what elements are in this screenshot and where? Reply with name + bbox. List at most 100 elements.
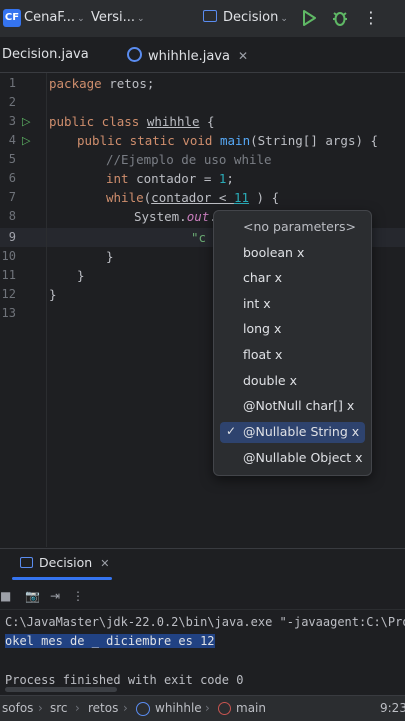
popup-option[interactable]: @Nullable Object x: [243, 450, 363, 465]
bug-icon: [333, 12, 347, 26]
code-line: }: [106, 249, 114, 264]
vcs-label: Versi...: [91, 10, 136, 25]
line-number: 1: [8, 76, 16, 90]
run-config-label: Decision: [223, 10, 279, 25]
code-line: //Ejemplo de uso while: [106, 152, 272, 167]
popup-option[interactable]: char x: [243, 270, 282, 285]
java-class-icon: [127, 47, 142, 62]
editor-tabs: Decision.java whihhle.java ✕: [0, 38, 405, 109]
run-tab-decision[interactable]: Decision ✕: [20, 555, 109, 570]
console-line: okel mes de _ diciembre es 12: [5, 634, 215, 648]
console-line: Process finished with exit code 0: [5, 673, 244, 687]
line-number: 5: [8, 152, 16, 166]
popup-option[interactable]: <no parameters>: [243, 219, 356, 234]
line-number: 3: [8, 114, 16, 128]
breadcrumb-item[interactable]: retos: [88, 701, 118, 715]
code-line: public static void main(String[] args) {: [77, 133, 378, 148]
login-icon[interactable]: ⇥: [50, 589, 60, 603]
code-line: }: [77, 268, 85, 283]
camera-icon[interactable]: 📷: [25, 589, 40, 603]
chevron-down-icon: ⌄: [280, 14, 288, 24]
close-tab-icon[interactable]: ✕: [238, 49, 248, 63]
code-token: System.: [134, 209, 187, 224]
code-token: ;: [226, 171, 234, 186]
popup-option[interactable]: boolean x: [243, 245, 304, 260]
chevron-down-icon: ⌄: [137, 14, 145, 24]
play-icon: [303, 10, 316, 26]
code-token: retos;: [101, 76, 155, 91]
popup-option[interactable]: @NotNull char[] x: [243, 398, 354, 413]
run-gutter-icon[interactable]: ▷: [22, 115, 30, 128]
method-icon: [218, 702, 231, 715]
popup-option[interactable]: float x: [243, 347, 282, 362]
code-token: 11: [233, 190, 250, 205]
tab-label: Decision.java: [2, 47, 89, 62]
project-name: CenaF...: [24, 10, 76, 25]
breadcrumb-item[interactable]: whihhle: [155, 701, 202, 715]
project-selector[interactable]: CenaF... ⌄: [24, 10, 85, 25]
run-gutter-icon[interactable]: ▷: [22, 134, 30, 147]
breadcrumb-separator-icon: ›: [123, 701, 128, 715]
code-token: public static void: [77, 133, 213, 148]
cursor-position[interactable]: 9:23: [380, 701, 405, 715]
console-line: C:\JavaMaster\jdk-22.0.2\bin\java.exe "-…: [5, 615, 405, 629]
more-options-icon[interactable]: ⋮: [72, 589, 84, 603]
line-number: 2: [8, 95, 16, 109]
line-number: 4: [8, 133, 16, 147]
code-token: while: [106, 190, 144, 205]
popup-option[interactable]: @Nullable String x: [243, 424, 359, 439]
breadcrumb-separator-icon: ›: [205, 701, 210, 715]
line-number: 11: [1, 268, 16, 282]
breadcrumb-item[interactable]: src: [50, 701, 68, 715]
code-line: int contador = 1;: [106, 171, 234, 186]
code-token: package: [49, 76, 102, 91]
code-line: package retos;: [49, 76, 154, 91]
tab-label: whihhle.java: [148, 49, 230, 64]
code-token: ) {: [249, 190, 280, 205]
breadcrumb-separator-icon: ›: [38, 701, 43, 715]
tab-decision-java[interactable]: Decision.java: [2, 47, 89, 62]
code-token: out: [186, 209, 210, 224]
checkmark-icon: ✓: [226, 424, 237, 438]
breadcrumb-item[interactable]: sofos: [2, 701, 33, 715]
main-toolbar: CF CenaF... ⌄ Versi... ⌄ Decision ⌄ ⋮: [0, 0, 405, 38]
line-number: 10: [1, 249, 16, 263]
popup-option[interactable]: double x: [243, 373, 297, 388]
close-tab-icon[interactable]: ✕: [100, 557, 109, 570]
parameter-info-popup: ✓ <no parameters> boolean x char x int x…: [213, 210, 372, 476]
vcs-selector[interactable]: Versi... ⌄: [91, 10, 145, 25]
breadcrumb-item[interactable]: main: [236, 701, 266, 715]
line-number: 8: [8, 209, 16, 223]
code-line: public class whihhle {: [49, 114, 215, 129]
code-token: contador <: [151, 190, 234, 205]
run-toolbar: ■ 📷 ⇥ ⋮: [0, 585, 405, 610]
popup-option[interactable]: long x: [243, 321, 281, 336]
status-bar: sofos › src › retos › whihhle › main 9:2…: [0, 695, 405, 721]
line-number: 7: [8, 190, 16, 204]
breadcrumb-separator-icon: ›: [75, 701, 80, 715]
debug-button[interactable]: [332, 9, 348, 31]
code-token: {: [199, 114, 215, 129]
code-line: "c: [191, 230, 207, 245]
horizontal-scrollbar[interactable]: [5, 687, 117, 692]
code-line: }: [49, 287, 57, 302]
run-button[interactable]: [302, 10, 316, 30]
line-number: 6: [8, 171, 16, 185]
more-options-icon[interactable]: ⋮: [363, 8, 379, 27]
run-config-icon: [20, 557, 33, 568]
code-line: System.out.: [134, 209, 217, 224]
stop-icon[interactable]: ■: [0, 589, 11, 603]
active-tab-indicator: [12, 577, 112, 580]
code-token: int: [106, 171, 129, 186]
tab-whihhle-java[interactable]: whihhle.java ✕: [127, 47, 248, 64]
run-config-selector[interactable]: Decision ⌄: [203, 10, 288, 25]
line-number: 12: [1, 287, 16, 301]
chevron-down-icon: ⌄: [77, 14, 85, 24]
code-token: contador =: [128, 171, 219, 186]
code-token: whihhle: [146, 114, 200, 129]
run-config-icon: [203, 10, 217, 22]
code-token: main: [220, 133, 251, 148]
line-number: 13: [1, 306, 16, 320]
popup-option[interactable]: int x: [243, 296, 271, 311]
code-line: while(contador < 11 ) {: [106, 190, 279, 205]
